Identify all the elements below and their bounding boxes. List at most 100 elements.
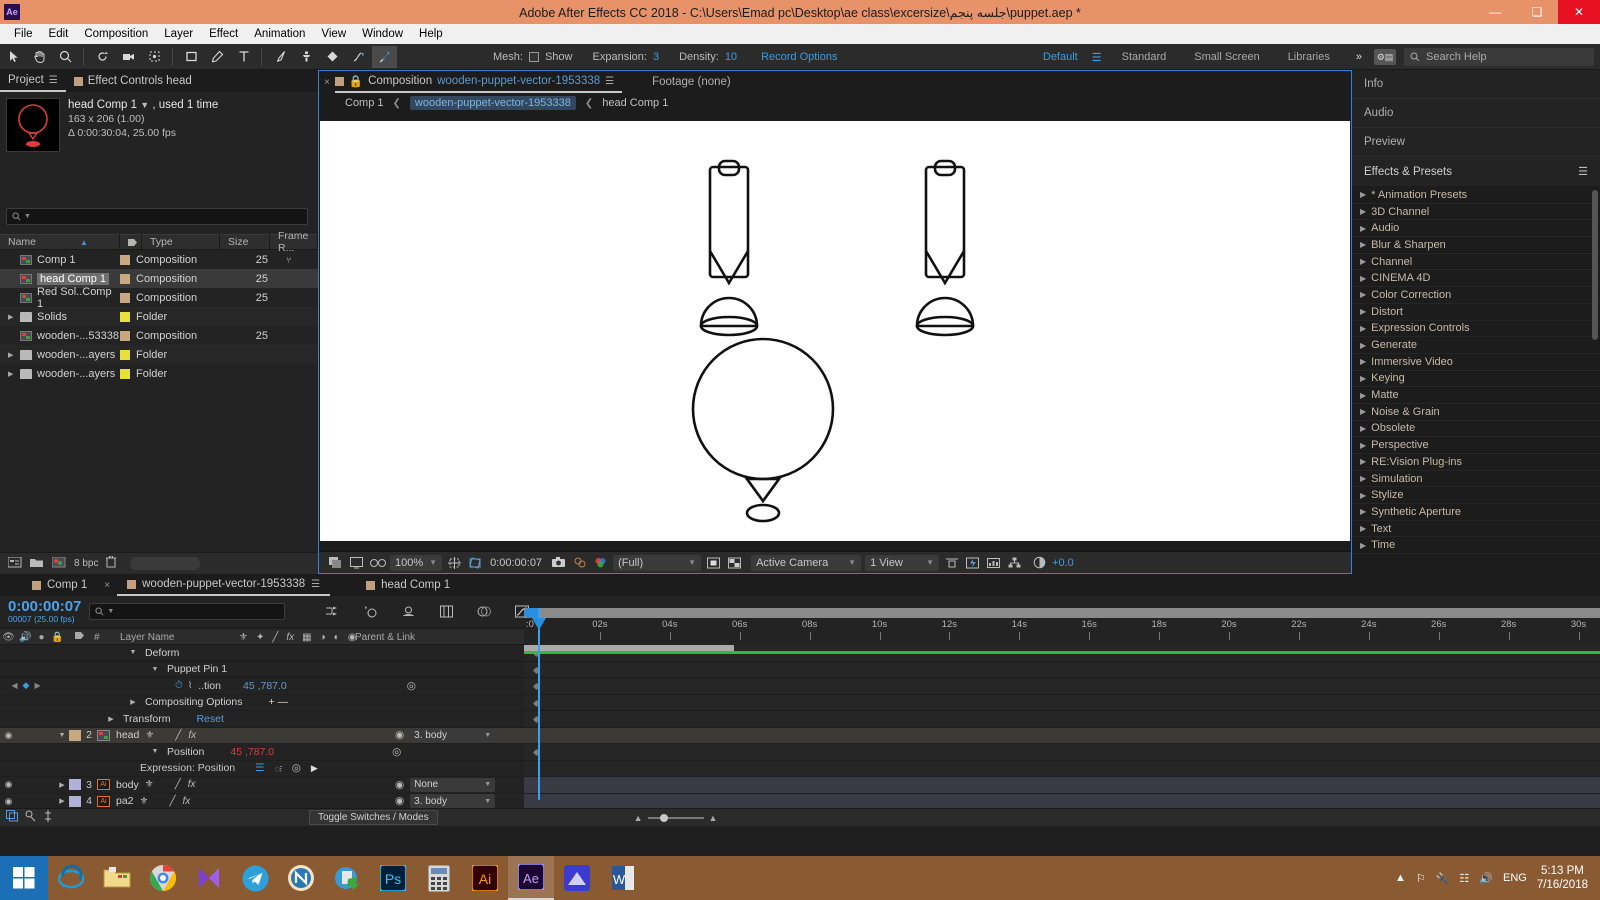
signal-strength-icon[interactable]: ☷ (1459, 872, 1469, 885)
taskbar-word-icon[interactable]: W (600, 856, 646, 900)
expand-triangle-icon[interactable]: ▶ (1360, 524, 1366, 533)
tab-composition[interactable]: 🔒 Composition wooden-puppet-vector-19533… (334, 71, 623, 93)
effects-list-scrollbar[interactable] (1592, 190, 1598, 340)
network-error-icon[interactable]: 🔌 (1436, 872, 1450, 885)
panel-preview[interactable]: Preview (1352, 128, 1600, 157)
timeline-track-row[interactable] (524, 761, 1600, 777)
parent-pickwhip-icon[interactable]: ◉ (395, 795, 404, 807)
expand-collapse-icon[interactable] (25, 809, 37, 827)
roto-brush-tool-icon[interactable] (346, 46, 371, 68)
layer-effects-icon[interactable]: ╱ (170, 796, 176, 807)
density-value[interactable]: 10 (725, 51, 737, 63)
layer-fx-icon[interactable]: fx (188, 730, 196, 741)
composition-viewer[interactable] (320, 121, 1350, 541)
graph-editor-icon[interactable]: ⌇ (188, 680, 192, 691)
timeline-tab-wooden-puppet[interactable]: wooden-puppet-vector-1953338 ☰ (117, 574, 331, 596)
expand-triangle-icon[interactable]: ▶ (1360, 457, 1366, 466)
expand-triangle-icon[interactable]: ▶ (1360, 257, 1366, 266)
workspace-default[interactable]: Default (1029, 51, 1092, 63)
exposure-icon[interactable] (1031, 555, 1048, 570)
region-interest-toggle-icon[interactable] (705, 555, 722, 570)
taskbar-app2-icon[interactable] (554, 856, 600, 900)
label-color-swatch[interactable] (120, 368, 130, 379)
expand-triangle-icon[interactable]: ▶ (1360, 407, 1366, 416)
property-label[interactable]: Puppet Pin 1 (167, 663, 227, 675)
effect-category-row[interactable]: ▶ Perspective (1352, 437, 1600, 454)
toggle-switches-modes-button[interactable]: Toggle Switches / Modes (309, 810, 438, 825)
project-item-row[interactable]: ▶ wooden-...ayers Folder (0, 345, 318, 364)
frame-blending-icon[interactable] (435, 602, 457, 622)
project-item-row[interactable]: ▶ Solids Folder (0, 307, 318, 326)
expand-triangle-icon[interactable]: ▶ (1360, 491, 1366, 500)
new-folder-icon[interactable] (30, 557, 44, 571)
taskbar-media-player-icon[interactable] (186, 856, 232, 900)
expression-graph-icon[interactable]: ः (275, 762, 282, 775)
3d-glasses-icon[interactable] (369, 555, 386, 570)
transparency-grid-icon[interactable] (726, 555, 743, 570)
show-hidden-icons-icon[interactable]: ▲ (1395, 872, 1406, 884)
region-of-interest-icon[interactable] (467, 555, 484, 570)
column-name[interactable]: Name ▲ (0, 234, 120, 250)
timeline-zoom-bar[interactable] (524, 608, 1600, 618)
minimize-button[interactable]: — (1474, 0, 1516, 24)
expand-triangle-icon[interactable]: ▶ (1360, 240, 1366, 249)
puppet-pin-tool-icon[interactable] (372, 45, 397, 68)
effect-category-row[interactable]: ▶ Noise & Grain (1352, 404, 1600, 421)
fast-previews-icon[interactable] (964, 555, 981, 570)
expand-triangle-icon[interactable]: ▶ (1360, 341, 1366, 350)
expand-triangle-icon[interactable]: ▶ (1360, 374, 1366, 383)
property-label[interactable]: Transform (123, 713, 170, 725)
expand-triangle-icon[interactable]: ▶ (8, 351, 15, 359)
column-framerate[interactable]: Frame R... (270, 230, 318, 254)
expression-pickwhip-icon-3[interactable]: ◎ (392, 746, 401, 758)
comp-panel-menu-icon[interactable]: ☰ (605, 76, 614, 87)
effect-category-row[interactable]: ▶ Expression Controls (1352, 321, 1600, 338)
timeline-track-row[interactable] (524, 727, 1600, 744)
label-color-swatch[interactable] (120, 273, 130, 284)
effects-category-list[interactable]: ▶ * Animation Presets ▶ 3D Channel ▶ Audio ▶ Bl… (1352, 187, 1600, 574)
text-tool-icon[interactable] (231, 46, 256, 68)
label-color-swatch[interactable] (120, 330, 130, 341)
shape-tool-icon[interactable] (179, 46, 204, 68)
expand-triangle-icon[interactable]: ▶ (1360, 474, 1366, 483)
comp-flowchart-icon[interactable] (1006, 555, 1023, 570)
property-label[interactable]: Deform (145, 647, 179, 659)
effect-category-row[interactable]: ▶ Simulation (1352, 471, 1600, 488)
zoom-in-icon[interactable]: ▲ (709, 813, 718, 823)
record-options-button[interactable]: Record Options (761, 51, 837, 63)
expand-triangle-icon[interactable]: ▶ (8, 370, 15, 378)
workspace-menu-icon[interactable]: ☰ (1092, 51, 1102, 64)
breadcrumb-item-1[interactable]: wooden-puppet-vector-1953338 (409, 96, 576, 110)
new-composition-icon[interactable] (51, 556, 66, 571)
tab-project[interactable]: Project ☰ (0, 70, 66, 92)
timeline-property-row[interactable]: ▼ Deform (0, 645, 524, 662)
timeline-property-row[interactable]: ▼ Puppet Pin 1 (0, 662, 524, 678)
taskbar-telegram-icon[interactable] (232, 856, 278, 900)
layer-visibility-toggle[interactable]: ◉ (0, 779, 17, 790)
timeline-ruler[interactable]: 02s 04s 06s 08s 10s 12s 14s 16s 18s 20s 22s 24s 26s 2… (524, 608, 1600, 645)
project-footer-scroll[interactable] (130, 557, 201, 570)
stopwatch-icon[interactable]: ⏱ (175, 680, 183, 691)
expansion-value[interactable]: 3 (653, 51, 659, 63)
timeline-track-row[interactable] (524, 777, 1600, 794)
bitdepth-label[interactable]: 8 bpc (74, 558, 98, 569)
parent-pickwhip-icon[interactable]: ◉ (395, 779, 404, 791)
effect-category-row[interactable]: ▶ Audio (1352, 220, 1600, 238)
start-button[interactable] (0, 856, 48, 900)
timeline-layer-row[interactable]: ◉ ▼ 2 head ⚜ ╱ fx ◉ 3. body ▼ (0, 727, 524, 744)
expand-triangle-icon[interactable]: ▶ (1360, 324, 1366, 333)
search-help-input[interactable]: Search Help (1404, 48, 1594, 66)
timeline-property-row[interactable]: ▶ Compositing Options + — (0, 695, 524, 711)
layer-collapse-icon[interactable]: ⚜ (145, 779, 154, 790)
timeline-options-icon[interactable] (43, 809, 53, 827)
layer-visibility-toggle[interactable]: ◉ (0, 730, 17, 741)
expression-language-menu-icon[interactable]: ▶ (311, 763, 318, 774)
interpret-footage-icon[interactable] (7, 556, 22, 571)
layer-expand-triangle-icon[interactable]: ▶ (55, 781, 69, 789)
close-tab-icon[interactable]: × (319, 77, 335, 88)
timeline-track-row[interactable] (524, 695, 1600, 711)
tab-footage[interactable]: Footage (none) (652, 76, 731, 88)
property-expand-triangle-icon[interactable]: ▼ (148, 666, 162, 673)
effects-panel-menu-icon[interactable]: ☰ (1578, 165, 1588, 178)
timeline-current-time[interactable]: 0:00:00:07 (8, 599, 81, 614)
